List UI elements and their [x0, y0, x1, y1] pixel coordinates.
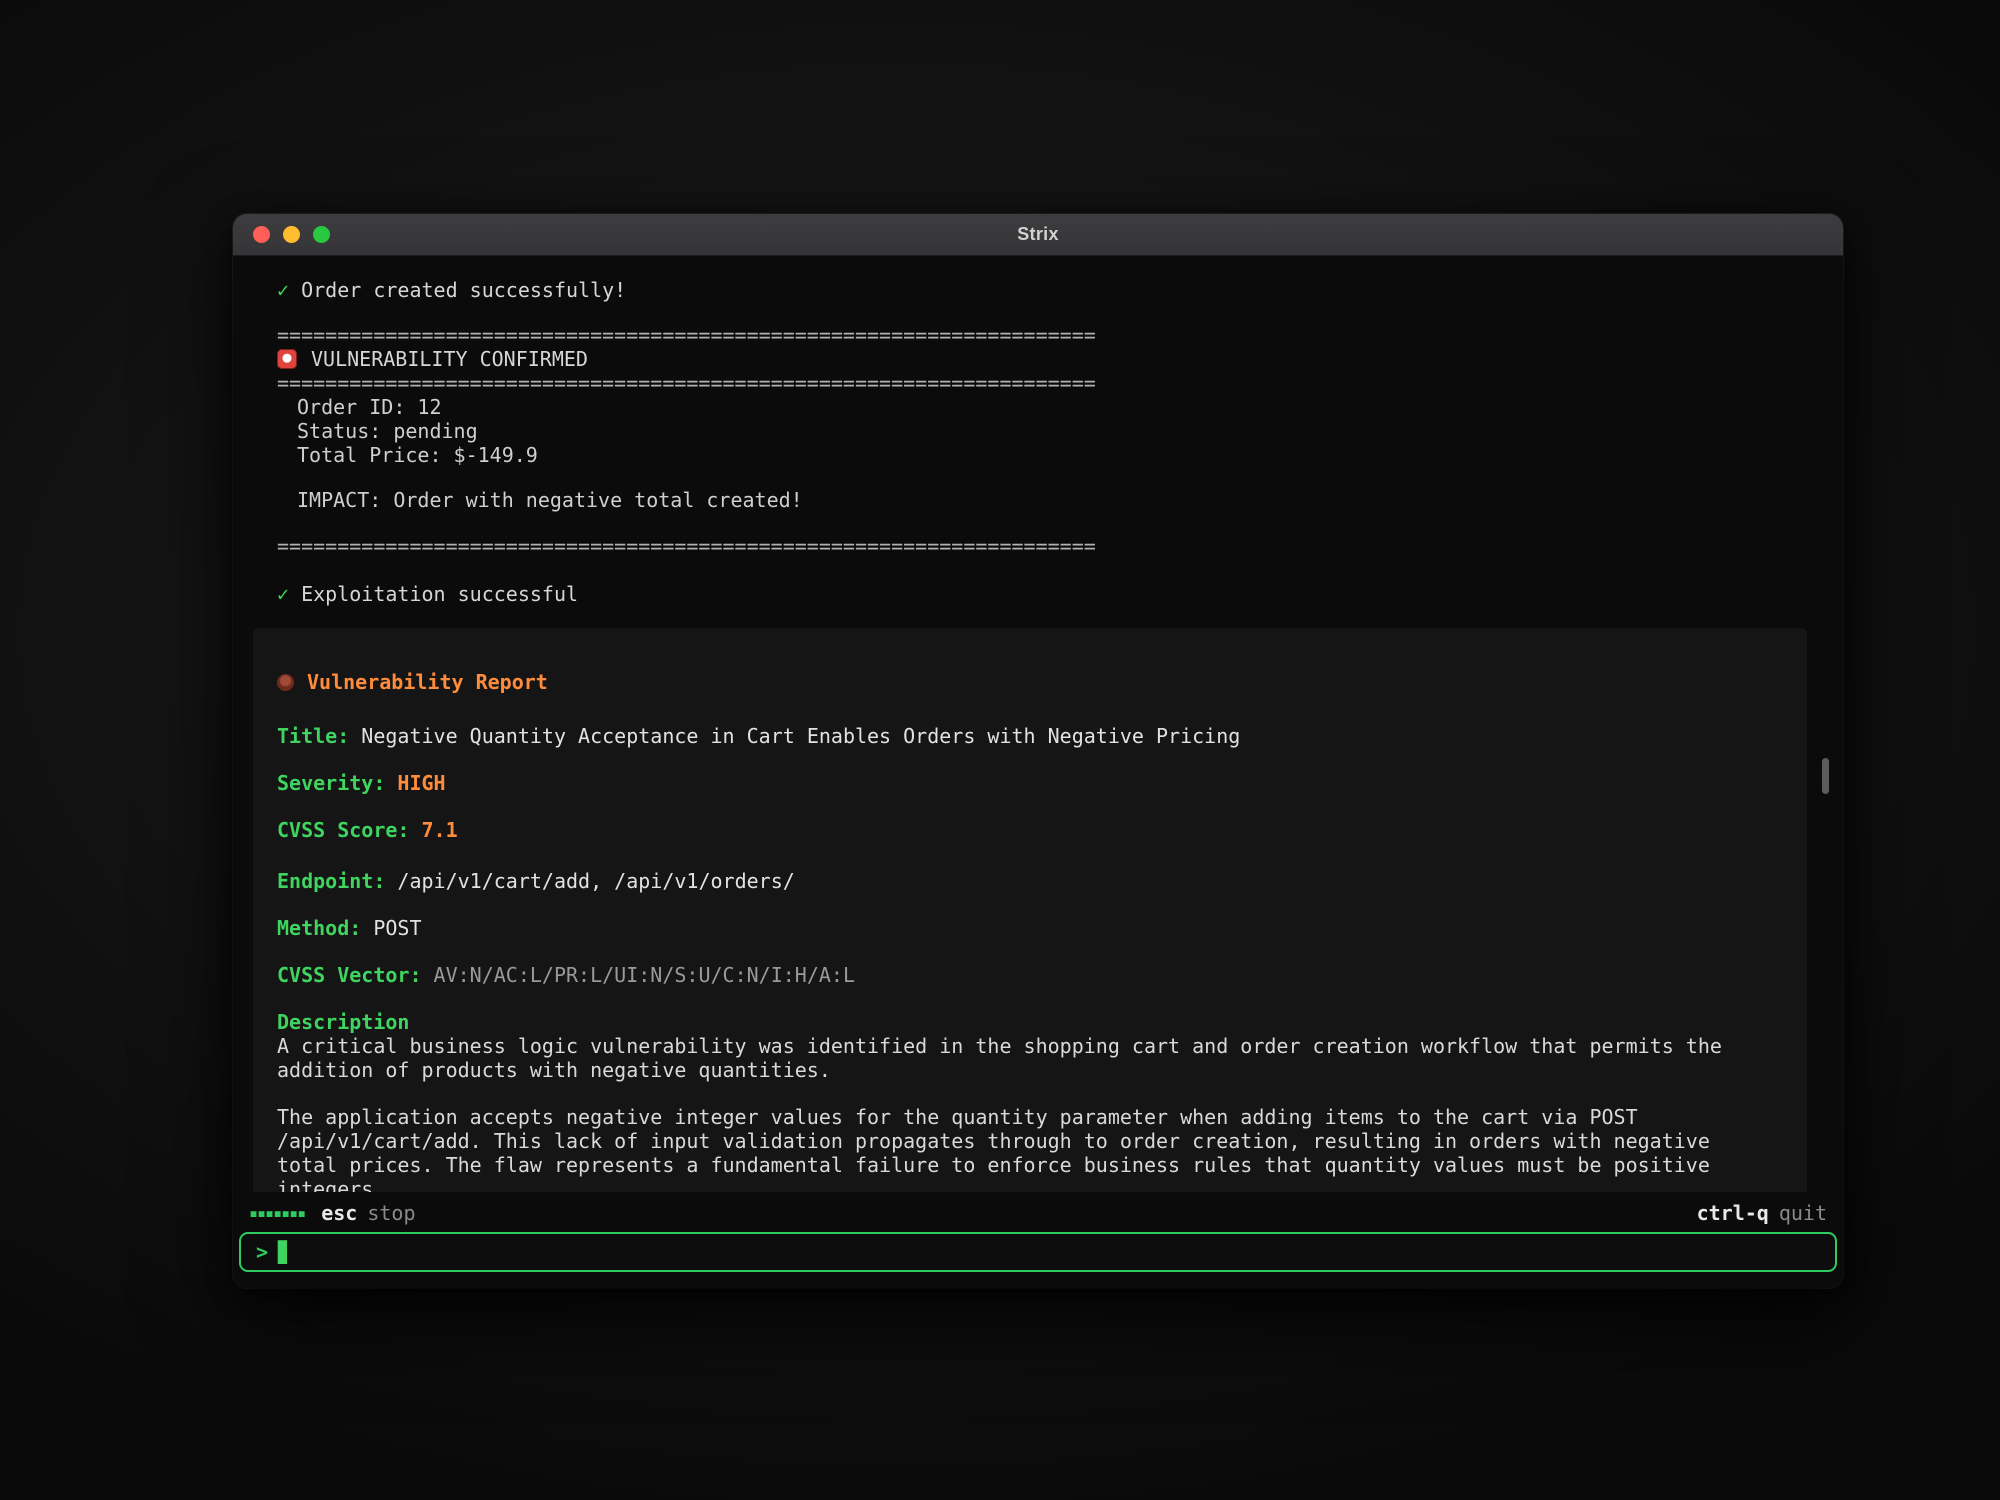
order-total-line: Total Price: $-149.9 [277, 443, 1799, 467]
field-value: HIGH [397, 771, 445, 795]
ctrl-q-key-hint: ctrl-q [1697, 1201, 1769, 1225]
status-row: ▪▪▪▪▪▪▪ esc stop ctrl-q quit [239, 1200, 1837, 1226]
report-field-endpoint: Endpoint: /api/v1/cart/add, /api/v1/orde… [277, 869, 1761, 893]
exploitation-success-text: Exploitation successful [301, 582, 578, 606]
report-field-title: Title: Negative Quantity Acceptance in C… [277, 724, 1761, 748]
vulnerability-report-panel: Vulnerability Report Title: Negative Qua… [253, 628, 1807, 1192]
field-value: POST [373, 916, 421, 940]
vulnerability-confirmed-line: VULNERABILITY CONFIRMED [277, 347, 1799, 371]
exploitation-success-line: ✓ Exploitation successful [277, 582, 1799, 606]
check-icon: ✓ [277, 278, 289, 302]
order-success-text: Order created successfully! [301, 278, 626, 302]
scrollbar-thumb[interactable] [1822, 758, 1829, 794]
terminal-viewport[interactable]: ✓ Order created successfully! ==========… [233, 256, 1843, 1192]
report-field-cvss-vector: CVSS Vector: AV:N/AC:L/PR:L/UI:N/S:U/C:N… [277, 963, 1761, 987]
field-label: Method: [277, 916, 361, 940]
window-title: Strix [1017, 224, 1059, 245]
report-title: Vulnerability Report [307, 670, 548, 694]
impact-line: IMPACT: Order with negative total create… [277, 488, 1799, 512]
order-status-line: Status: pending [277, 419, 1799, 443]
terminal-bottom-bar: ▪▪▪▪▪▪▪ esc stop ctrl-q quit > ▊ [233, 1192, 1843, 1288]
field-label: Endpoint: [277, 869, 385, 893]
close-window-button[interactable] [253, 226, 270, 243]
command-input[interactable]: > ▊ [239, 1232, 1837, 1272]
terminal-output: ✓ Order created successfully! ==========… [233, 256, 1843, 606]
order-success-line: ✓ Order created successfully! [277, 278, 1799, 302]
field-label: CVSS Vector: [277, 963, 422, 987]
vulnerability-confirmed-text: VULNERABILITY CONFIRMED [311, 347, 588, 371]
report-header: Vulnerability Report [277, 670, 1761, 694]
stop-hint-label: stop [367, 1201, 415, 1225]
window-titlebar: Strix [233, 214, 1843, 256]
field-label: Severity: [277, 771, 385, 795]
field-value: Negative Quantity Acceptance in Cart Ena… [361, 724, 1240, 748]
field-value: /api/v1/cart/add, /api/v1/orders/ [397, 869, 794, 893]
report-field-cvss-score: CVSS Score: 7.1 [277, 818, 1761, 842]
field-value: 7.1 [422, 818, 458, 842]
esc-key-hint: esc [321, 1201, 357, 1225]
spider-icon [277, 674, 294, 691]
field-label: CVSS Score: [277, 818, 409, 842]
zoom-window-button[interactable] [313, 226, 330, 243]
traffic-lights [253, 214, 330, 255]
report-field-severity: Severity: HIGH [277, 771, 1761, 795]
description-heading: Description [277, 1010, 1761, 1034]
alert-icon [277, 349, 297, 369]
description-paragraph: The application accepts negative integer… [277, 1105, 1761, 1192]
strix-terminal-window: Strix ✓ Order created successfully! ====… [233, 214, 1843, 1288]
separator-line: ========================================… [277, 323, 1799, 347]
field-value: AV:N/AC:L/PR:L/UI:N/S:U/C:N/I:H/A:L [434, 963, 855, 987]
field-label: Title: [277, 724, 349, 748]
order-id-line: Order ID: 12 [277, 395, 1799, 419]
check-icon: ✓ [277, 582, 289, 606]
activity-spinner-icon: ▪▪▪▪▪▪▪ [249, 1204, 305, 1222]
minimize-window-button[interactable] [283, 226, 300, 243]
description-paragraph: A critical business logic vulnerability … [277, 1034, 1761, 1082]
text-cursor: ▊ [278, 1240, 290, 1264]
report-field-method: Method: POST [277, 916, 1761, 940]
prompt-symbol: > [256, 1240, 268, 1264]
separator-line: ========================================… [277, 371, 1799, 395]
quit-hint-label: quit [1779, 1201, 1827, 1225]
separator-line: ========================================… [277, 534, 1799, 558]
